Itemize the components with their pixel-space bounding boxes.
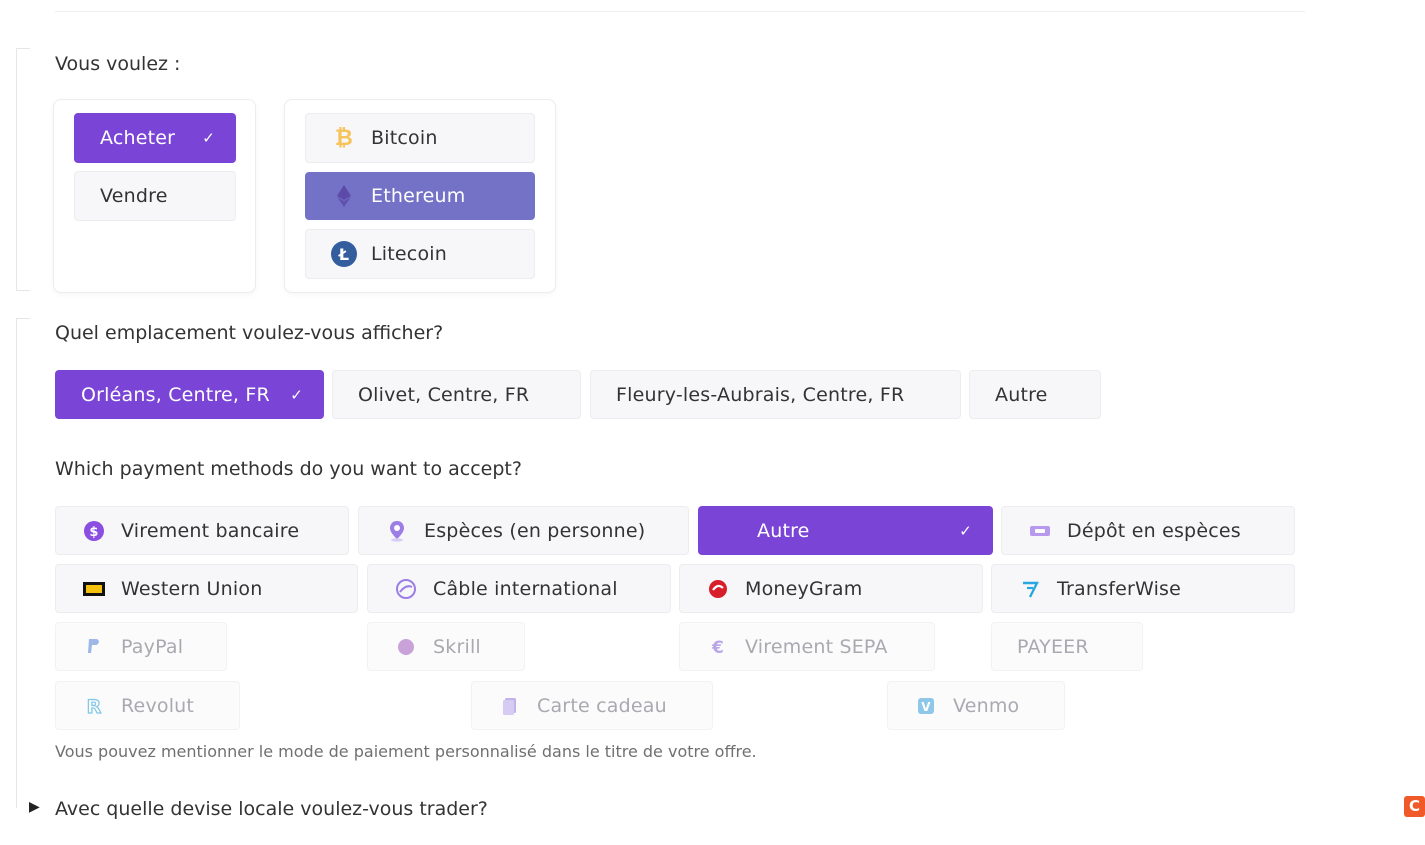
payment-moneygram-button[interactable]: MoneyGram [679, 564, 983, 613]
buy-button[interactable]: Acheter ✓ [74, 113, 236, 163]
location-olivet-button[interactable]: Olivet, Centre, FR [332, 370, 581, 419]
location-fleury-button[interactable]: Fleury-les-Aubrais, Centre, FR [590, 370, 961, 419]
payment-label: Dépôt en espèces [1067, 519, 1241, 542]
cash-deposit-icon [1027, 518, 1053, 544]
location-label: Orléans, Centre, FR [81, 383, 270, 406]
payment-paypal-button[interactable]: PayPal [55, 622, 227, 671]
top-divider [55, 11, 1305, 12]
svg-text:R: R [87, 696, 102, 717]
western-union-icon [81, 576, 107, 602]
payment-label: Carte cadeau [537, 694, 667, 717]
payment-gift-card-button[interactable]: Carte cadeau [471, 681, 713, 730]
crypto-litecoin-button[interactable]: Ł Litecoin [305, 229, 535, 279]
bitcoin-icon: ₿ [331, 125, 357, 151]
ethereum-label: Ethereum [371, 185, 466, 207]
payment-cash-in-person-button[interactable]: Espèces (en personne) [358, 506, 689, 555]
payment-western-union-button[interactable]: Western Union [55, 564, 358, 613]
payment-label: PAYEER [1017, 635, 1089, 658]
brand-logo-icon: C [1404, 796, 1425, 817]
payment-label: Espèces (en personne) [424, 519, 646, 542]
transferwise-icon [1017, 576, 1043, 602]
payment-other-button[interactable]: Autre ✓ [698, 506, 993, 555]
buy-sell-question: Vous voulez : [55, 53, 181, 75]
payment-question: Which payment methods do you want to acc… [55, 458, 522, 480]
payment-label: Virement SEPA [745, 635, 888, 658]
location-orleans-button[interactable]: Orléans, Centre, FR ✓ [55, 370, 324, 419]
expand-triangle-icon[interactable]: ▶ [29, 799, 40, 815]
svg-text:€: € [711, 638, 724, 657]
international-wire-icon [393, 576, 419, 602]
litecoin-icon: Ł [331, 241, 357, 267]
payment-sepa-button[interactable]: € Virement SEPA [679, 622, 935, 671]
paypal-icon [81, 634, 107, 660]
location-question: Quel emplacement voulez-vous afficher? [55, 322, 444, 344]
skrill-icon [393, 634, 419, 660]
section-guide-line [16, 48, 17, 291]
payment-payeer-button[interactable]: PAYEER [991, 622, 1143, 671]
payment-label: Revolut [121, 694, 195, 717]
payment-help-text: Vous pouvez mentionner le mode de paieme… [55, 742, 757, 761]
svg-text:$: $ [89, 525, 98, 540]
section-guide-tick [16, 290, 30, 291]
bank-transfer-icon: $ [81, 518, 107, 544]
buy-label: Acheter [100, 127, 176, 149]
location-label: Olivet, Centre, FR [358, 383, 530, 406]
section-guide-tick [16, 48, 30, 49]
payment-label: PayPal [121, 635, 184, 658]
payment-international-wire-button[interactable]: Câble international [367, 564, 671, 613]
payment-transferwise-button[interactable]: TransferWise [991, 564, 1295, 613]
sell-label: Vendre [100, 185, 168, 207]
payment-label: Western Union [121, 577, 263, 600]
payment-bank-transfer-button[interactable]: $ Virement bancaire [55, 506, 349, 555]
location-other-button[interactable]: Autre [969, 370, 1101, 419]
venmo-icon: V [913, 693, 939, 719]
litecoin-label: Litecoin [371, 243, 447, 265]
payment-venmo-button[interactable]: V Venmo [887, 681, 1065, 730]
payment-label: TransferWise [1057, 577, 1182, 600]
payment-label: Virement bancaire [121, 519, 300, 542]
revolut-icon: R [81, 693, 107, 719]
ethereum-icon [331, 183, 357, 209]
payment-revolut-button[interactable]: R Revolut [55, 681, 240, 730]
moneygram-icon [705, 576, 731, 602]
location-label: Autre [995, 383, 1048, 406]
bitcoin-label: Bitcoin [371, 127, 438, 149]
sell-button[interactable]: Vendre [74, 171, 236, 221]
map-pin-icon [384, 518, 410, 544]
svg-text:Ł: Ł [338, 245, 349, 264]
payment-cash-deposit-button[interactable]: Dépôt en espèces [1001, 506, 1295, 555]
payment-label: MoneyGram [745, 577, 863, 600]
svg-text:V: V [921, 700, 931, 714]
payment-label: Venmo [953, 694, 1020, 717]
payment-label: Câble international [433, 577, 618, 600]
gift-card-icon [497, 693, 523, 719]
crypto-bitcoin-button[interactable]: ₿ Bitcoin [305, 113, 535, 163]
location-label: Fleury-les-Aubrais, Centre, FR [616, 383, 905, 406]
section-guide-line [16, 318, 17, 808]
svg-text:₿: ₿ [335, 126, 353, 150]
check-icon: ✓ [959, 521, 972, 540]
payment-skrill-button[interactable]: Skrill [367, 622, 525, 671]
payment-label: Skrill [433, 635, 481, 658]
euro-icon: € [705, 634, 731, 660]
payment-label: Autre [757, 519, 810, 542]
currency-question[interactable]: Avec quelle devise locale voulez-vous tr… [55, 798, 488, 820]
check-icon: ✓ [202, 129, 215, 147]
check-icon: ✓ [290, 385, 303, 404]
crypto-ethereum-button[interactable]: Ethereum [305, 172, 535, 220]
section-guide-tick [16, 318, 30, 319]
